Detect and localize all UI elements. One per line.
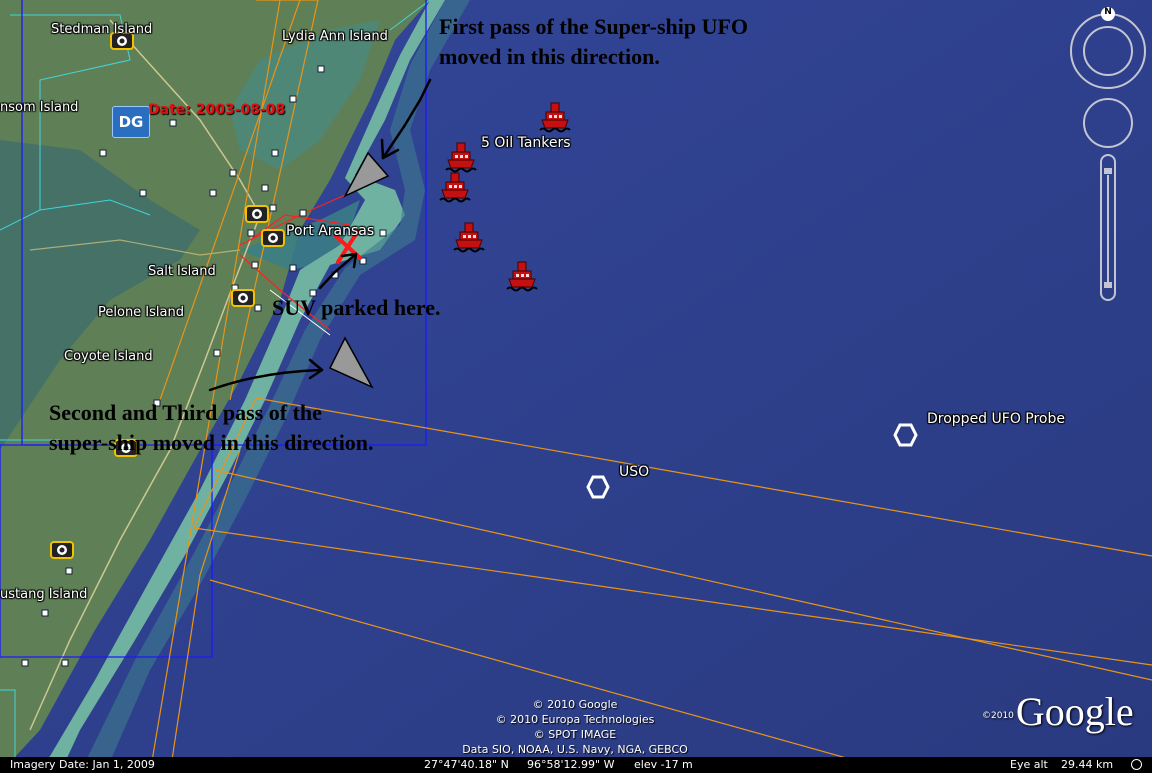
status-longitude: 96°58'12.99" W — [527, 758, 615, 771]
credit-line: Data SIO, NOAA, U.S. Navy, NGA, GEBCO — [462, 743, 688, 756]
google-logo-copyright: ©2010 — [982, 710, 1014, 721]
map-credits: © 2010 Google © 2010 Europa Technologies… — [420, 697, 730, 757]
credit-line: © 2010 Google — [532, 698, 618, 711]
google-logo: ©2010Google — [982, 688, 1134, 735]
streaming-indicator-icon — [1131, 759, 1142, 770]
camera-marker-icon[interactable] — [50, 541, 74, 559]
first-pass-note-line1: First pass of the Super-ship UFO — [439, 14, 749, 39]
camera-marker-icon[interactable] — [231, 289, 255, 307]
camera-marker-icon[interactable] — [261, 229, 285, 247]
status-eye-alt-label: Eye alt — [1010, 758, 1048, 771]
place-label-salt-island[interactable]: Salt Island — [148, 264, 216, 279]
place-label-mustang-island[interactable]: ustang Island — [0, 587, 87, 602]
second-pass-note-line2: super-ship moved in this direction. — [49, 430, 374, 455]
status-elevation: elev -17 m — [634, 758, 693, 771]
place-label-stedman-island[interactable]: Stedman Island — [51, 22, 152, 37]
suv-note: SUV parked here. — [272, 295, 441, 320]
camera-marker-icon[interactable] — [245, 205, 269, 223]
google-logo-text: Google — [1015, 689, 1134, 734]
second-pass-note: Second and Third pass of the super-ship … — [49, 398, 374, 458]
place-label-ransom-island[interactable]: nsom Island — [0, 100, 78, 115]
place-label-pelone-island[interactable]: Pelone Island — [98, 305, 184, 320]
imagery-date-label: Date: 2003-08-08 — [148, 102, 286, 118]
second-pass-note-line1: Second and Third pass of the — [49, 400, 322, 425]
status-bar: Imagery Date: Jan 1, 2009 27°47'40.18" N… — [0, 757, 1152, 773]
place-label-coyote-island[interactable]: Coyote Island — [64, 349, 153, 364]
status-imagery-date: Imagery Date: Jan 1, 2009 — [10, 758, 155, 771]
place-label-port-aransas[interactable]: Port Aransas — [286, 223, 374, 239]
credit-line: © 2010 Europa Technologies — [495, 713, 655, 726]
status-eye-alt-value: 29.44 km — [1061, 758, 1114, 771]
oil-tankers-label[interactable]: 5 Oil Tankers — [481, 135, 571, 151]
place-label-lydia-ann-island[interactable]: Lydia Ann Island — [282, 29, 388, 44]
first-pass-note: First pass of the Super-ship UFO moved i… — [439, 12, 748, 72]
status-latitude: 27°47'40.18" N — [424, 758, 509, 771]
uso-label[interactable]: USO — [619, 464, 649, 480]
ufo-probe-label[interactable]: Dropped UFO Probe — [927, 411, 1065, 427]
first-pass-note-line2: moved in this direction. — [439, 44, 660, 69]
digitalglobe-logo: DG — [112, 106, 150, 138]
credit-line: © SPOT IMAGE — [533, 728, 617, 741]
north-label: N — [1104, 7, 1112, 17]
